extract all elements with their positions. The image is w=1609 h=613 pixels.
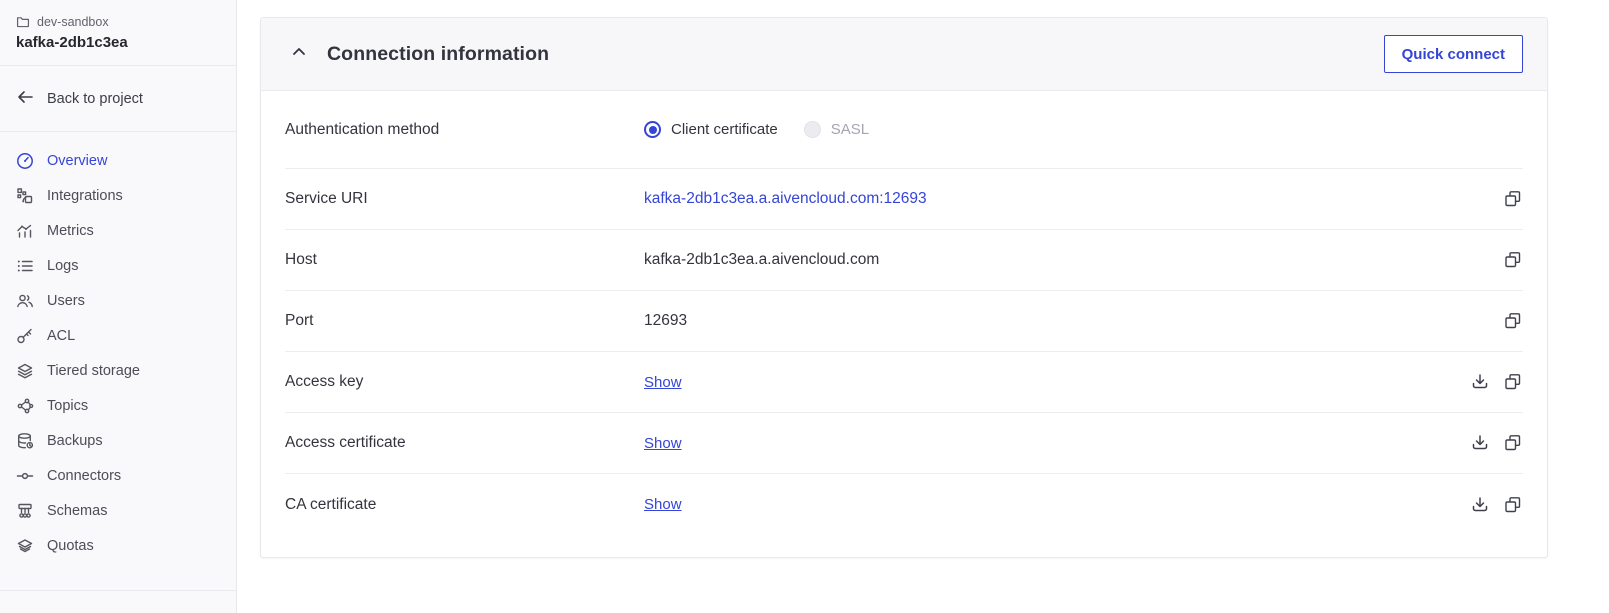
- sidebar-divider: [0, 590, 236, 591]
- row-label: CA certificate: [285, 495, 377, 513]
- sidebar-item-schemas[interactable]: Schemas: [0, 493, 236, 528]
- access-key-show-link[interactable]: Show: [644, 374, 682, 391]
- sidebar-header: dev-sandbox kafka-2db1c3ea: [0, 0, 236, 66]
- sidebar-nav: Overview Integrations Metrics Logs Users: [0, 132, 236, 563]
- sidebar-item-label: ACL: [47, 327, 76, 344]
- sidebar: dev-sandbox kafka-2db1c3ea Back to proje…: [0, 0, 237, 613]
- sidebar-item-label: Integrations: [47, 187, 123, 204]
- ca-certificate-show-link[interactable]: Show: [644, 496, 682, 513]
- quick-connect-button[interactable]: Quick connect: [1383, 35, 1523, 73]
- sidebar-item-label: Topics: [47, 397, 89, 414]
- logs-icon: [16, 257, 34, 275]
- collapse-toggle[interactable]: [291, 44, 307, 65]
- sidebar-item-label: Schemas: [47, 502, 108, 519]
- key-icon: [16, 327, 34, 345]
- copy-icon[interactable]: [1503, 311, 1523, 331]
- table-row-service-uri: Service URI kafka-2db1c3ea.a.aivencloud.…: [285, 169, 1523, 230]
- row-label: Access certificate: [285, 434, 406, 451]
- copy-icon[interactable]: [1503, 189, 1523, 209]
- download-icon[interactable]: [1470, 372, 1490, 392]
- access-certificate-show-link[interactable]: Show: [644, 435, 682, 452]
- sidebar-item-metrics[interactable]: Metrics: [0, 213, 236, 248]
- sidebar-item-label: Backups: [47, 432, 103, 449]
- connection-information-card: Connection information Quick connect Aut…: [260, 17, 1548, 558]
- table-row-host: Host kafka-2db1c3ea.a.aivencloud.com: [285, 230, 1523, 291]
- connector-icon: [16, 467, 34, 485]
- layers-icon: [16, 362, 34, 380]
- table-row-access-certificate: Access certificate Show: [285, 413, 1523, 474]
- sidebar-item-acl[interactable]: ACL: [0, 318, 236, 353]
- sidebar-item-overview[interactable]: Overview: [0, 143, 236, 178]
- chevron-up-icon: [291, 44, 307, 65]
- schema-icon: [16, 502, 34, 520]
- radio-disabled-icon: [803, 121, 821, 138]
- table-row-authentication-method: Authentication method Client certificate…: [285, 91, 1523, 169]
- copy-icon[interactable]: [1503, 372, 1523, 392]
- back-to-project-label: Back to project: [47, 91, 143, 107]
- sidebar-item-logs[interactable]: Logs: [0, 248, 236, 283]
- row-label: Access key: [285, 373, 364, 390]
- radio-label: SASL: [830, 121, 870, 138]
- copy-icon[interactable]: [1503, 250, 1523, 270]
- row-label: Service URI: [285, 190, 368, 207]
- radio-label: Client certificate: [671, 121, 778, 138]
- project-breadcrumb: dev-sandbox: [16, 15, 220, 29]
- sidebar-item-label: Metrics: [47, 222, 94, 239]
- host-value: kafka-2db1c3ea.a.aivencloud.com: [644, 251, 880, 268]
- table-row-access-key: Access key Show: [285, 352, 1523, 413]
- card-body: Authentication method Client certificate…: [261, 91, 1547, 557]
- service-uri-link[interactable]: kafka-2db1c3ea.a.aivencloud.com:12693: [644, 190, 927, 208]
- sidebar-item-integrations[interactable]: Integrations: [0, 178, 236, 213]
- database-backup-icon: [16, 432, 34, 450]
- service-name: kafka-2db1c3ea: [16, 34, 128, 51]
- sidebar-item-label: Logs: [47, 257, 79, 274]
- gauge-icon: [16, 152, 34, 170]
- sidebar-item-label: Connectors: [47, 467, 122, 484]
- table-row-port: Port 12693: [285, 291, 1523, 352]
- port-value: 12693: [644, 312, 688, 329]
- table-row-ca-certificate: CA certificate Show: [285, 474, 1523, 535]
- row-label: Authentication method: [285, 120, 440, 138]
- copy-icon[interactable]: [1503, 495, 1523, 515]
- sidebar-item-backups[interactable]: Backups: [0, 423, 236, 458]
- sidebar-item-users[interactable]: Users: [0, 283, 236, 318]
- stack-icon: [16, 537, 34, 555]
- topology-icon: [16, 397, 34, 415]
- project-name: dev-sandbox: [37, 15, 109, 29]
- back-to-project-link[interactable]: Back to project: [0, 66, 236, 132]
- download-icon[interactable]: [1470, 433, 1490, 453]
- sidebar-item-label: Tiered storage: [47, 362, 140, 379]
- arrow-left-icon: [16, 89, 34, 109]
- integrations-icon: [16, 187, 34, 205]
- sidebar-item-topics[interactable]: Topics: [0, 388, 236, 423]
- radio-selected-icon[interactable]: [644, 121, 661, 138]
- sidebar-item-connectors[interactable]: Connectors: [0, 458, 236, 493]
- auth-method-radio-group: Client certificate SASL: [644, 121, 869, 138]
- sidebar-item-label: Users: [47, 292, 85, 309]
- users-icon: [16, 292, 34, 310]
- sidebar-item-tiered-storage[interactable]: Tiered storage: [0, 353, 236, 388]
- radio-client-certificate[interactable]: Client certificate: [644, 121, 778, 138]
- folder-icon: [16, 15, 30, 29]
- panel-title: Connection information: [327, 42, 550, 65]
- row-label: Port: [285, 312, 314, 329]
- row-label: Host: [285, 251, 317, 268]
- metrics-icon: [16, 222, 34, 240]
- sidebar-item-quotas[interactable]: Quotas: [0, 528, 236, 563]
- card-header: Connection information Quick connect: [261, 18, 1547, 91]
- radio-sasl: SASL: [803, 121, 870, 138]
- copy-icon[interactable]: [1503, 433, 1523, 453]
- sidebar-item-label: Overview: [47, 152, 108, 169]
- sidebar-item-label: Quotas: [47, 537, 94, 554]
- download-icon[interactable]: [1470, 495, 1490, 515]
